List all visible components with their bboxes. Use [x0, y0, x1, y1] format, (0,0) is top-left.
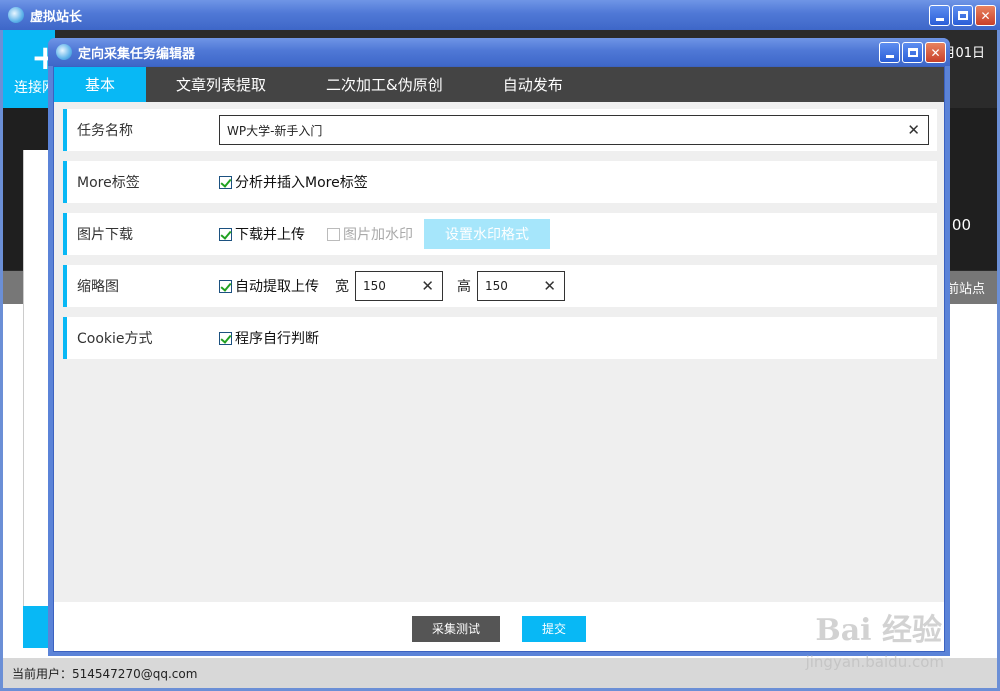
- task-name-label: 任务名称: [77, 123, 133, 139]
- tab-rewrite[interactable]: 二次加工&伪原创: [296, 67, 473, 102]
- height-input[interactable]: 150 ✕: [477, 271, 565, 301]
- watermark-format-button[interactable]: 设置水印格式: [424, 219, 550, 249]
- height-label: 高: [457, 279, 471, 295]
- close-icon: ✕: [980, 8, 991, 23]
- clear-icon[interactable]: ✕: [907, 122, 920, 138]
- tab-article-list[interactable]: 文章列表提取: [146, 67, 296, 102]
- dialog-titlebar[interactable]: 定向采集任务编辑器 ✕: [48, 38, 950, 66]
- thumbnail-option: 自动提取上传: [235, 279, 319, 295]
- download-upload-checkbox[interactable]: 下载并上传: [219, 224, 305, 244]
- dialog-close-button[interactable]: ✕: [925, 42, 946, 63]
- maximize-icon: [907, 48, 918, 57]
- checkbox-checked-icon: [219, 331, 232, 345]
- close-icon: ✕: [930, 45, 941, 60]
- close-button[interactable]: ✕: [975, 5, 996, 26]
- height-value: 150: [485, 279, 508, 293]
- main-title: 虚拟站长: [30, 9, 83, 25]
- checkbox-unchecked-icon: [327, 227, 340, 241]
- cookie-row: Cookie方式 程序自行判断: [63, 317, 937, 359]
- submit-button[interactable]: 提交: [522, 615, 586, 642]
- checkbox-checked-icon: [219, 227, 232, 241]
- status-user: 当前用户：514547270@qq.com: [12, 666, 198, 681]
- dialog-icon: [56, 44, 72, 60]
- download-upload-option: 下载并上传: [235, 227, 305, 243]
- task-editor-dialog: 定向采集任务编辑器 ✕ 基本 文章列表提取 二次加工&伪原创 自动发布 任务名称…: [48, 38, 950, 656]
- width-value: 150: [363, 279, 386, 293]
- task-name-value: WP大学-新手入门: [227, 123, 323, 138]
- current-site-label[interactable]: 前站点: [946, 278, 985, 297]
- task-name-row: 任务名称 WP大学-新手入门 ✕: [63, 109, 937, 151]
- main-titlebar[interactable]: 虚拟站长 ✕: [0, 0, 1000, 30]
- stat-value: 00: [951, 216, 971, 234]
- dialog-footer: 采集测试 提交: [54, 602, 944, 651]
- more-tag-row: More标签 分析并插入More标签: [63, 161, 937, 203]
- dialog-body: 基本 文章列表提取 二次加工&伪原创 自动发布 任务名称 WP大学-新手入门 ✕…: [53, 66, 945, 652]
- clear-icon[interactable]: ✕: [543, 278, 556, 294]
- width-input[interactable]: 150 ✕: [355, 271, 443, 301]
- thumbnail-label: 缩略图: [77, 279, 119, 295]
- collect-test-button[interactable]: 采集测试: [412, 615, 500, 642]
- image-download-label: 图片下载: [77, 227, 133, 243]
- image-download-row: 图片下载 下载并上传 图片加水印 设置水印格式: [63, 213, 937, 255]
- dialog-minimize-button[interactable]: [879, 42, 900, 63]
- width-label: 宽: [335, 279, 349, 295]
- task-name-input[interactable]: WP大学-新手入门 ✕: [219, 115, 929, 145]
- more-tag-checkbox[interactable]: 分析并插入More标签: [219, 172, 368, 192]
- maximize-button[interactable]: [952, 5, 973, 26]
- cookie-label: Cookie方式: [77, 331, 153, 347]
- minimize-icon: [885, 55, 894, 58]
- minimize-icon: [935, 18, 944, 21]
- baidu-watermark-logo: Bai 经验: [815, 613, 942, 648]
- cookie-option: 程序自行判断: [235, 331, 319, 347]
- thumbnail-checkbox[interactable]: 自动提取上传: [219, 276, 319, 296]
- tab-auto-publish[interactable]: 自动发布: [473, 67, 593, 102]
- dialog-title: 定向采集任务编辑器: [78, 46, 196, 62]
- checkbox-checked-icon: [219, 279, 232, 293]
- cookie-checkbox[interactable]: 程序自行判断: [219, 328, 319, 348]
- clear-icon[interactable]: ✕: [421, 278, 434, 294]
- baidu-watermark-url: jingyan.baidu.com: [805, 653, 944, 671]
- maximize-icon: [957, 11, 968, 20]
- app-icon: [8, 7, 24, 23]
- more-tag-label: More标签: [77, 175, 140, 191]
- thumbnail-row: 缩略图 自动提取上传 宽 150 ✕ 高 150 ✕: [63, 265, 937, 307]
- dialog-maximize-button[interactable]: [902, 42, 923, 63]
- basic-panel: 任务名称 WP大学-新手入门 ✕ More标签 分析并插入More标签 图片下载: [54, 102, 944, 359]
- minimize-button[interactable]: [929, 5, 950, 26]
- watermark-option: 图片加水印: [343, 227, 413, 243]
- more-tag-option: 分析并插入More标签: [235, 175, 368, 191]
- tab-bar: 基本 文章列表提取 二次加工&伪原创 自动发布: [54, 67, 944, 102]
- watermark-checkbox[interactable]: 图片加水印: [327, 224, 413, 244]
- tab-basic[interactable]: 基本: [54, 67, 146, 102]
- checkbox-checked-icon: [219, 175, 232, 189]
